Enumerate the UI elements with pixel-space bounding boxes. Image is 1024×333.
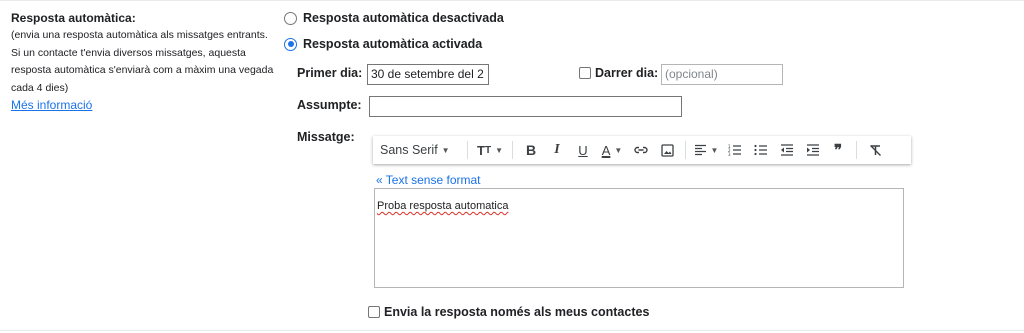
italic-icon[interactable]: I (544, 139, 570, 161)
vacation-description-panel: Resposta automàtica: (envia una resposta… (11, 9, 286, 114)
link-icon[interactable] (628, 139, 654, 161)
toolbar-divider (467, 141, 468, 159)
contacts-only-toggle[interactable]: Envia la resposta només als meus contact… (368, 305, 649, 319)
plain-text-link[interactable]: « Text sense format (376, 173, 481, 187)
contacts-only-label: Envia la resposta només als meus contact… (384, 305, 650, 319)
vacation-on-label: Resposta automàtica activada (303, 37, 483, 51)
indent-more-icon[interactable] (799, 139, 825, 161)
formatting-toolbar: Sans Serif ▼ T T ▼ B I U A ▼ ▼ 123 ❞ (373, 136, 911, 164)
align-icon[interactable]: ▼ (691, 139, 721, 161)
remove-formatting-icon[interactable] (862, 139, 888, 161)
description-line: (envia una resposta automàtica als missa… (11, 29, 268, 41)
last-day-label: Darrer dia: (595, 66, 659, 80)
font-family-select[interactable]: Sans Serif ▼ (380, 139, 462, 161)
bold-icon[interactable]: B (518, 139, 544, 161)
first-day-label: Primer dia: (297, 66, 363, 80)
vacation-on-option[interactable]: Resposta automàtica activada (284, 37, 482, 51)
message-label: Missatge: (297, 130, 355, 144)
description-line: resposta automàtica s'enviarà com a màxi… (11, 64, 274, 76)
last-day-toggle[interactable]: Darrer dia: (579, 66, 658, 80)
svg-text:3: 3 (728, 152, 731, 156)
section-title: Resposta automàtica: (11, 11, 136, 25)
last-day-checkbox[interactable] (579, 67, 591, 79)
underline-icon[interactable]: U (570, 139, 596, 161)
more-info-link[interactable]: Més informació (11, 97, 92, 114)
vacation-off-radio[interactable] (284, 11, 297, 25)
message-body: Proba resposta automatica (377, 200, 509, 212)
toolbar-divider (856, 141, 857, 159)
vacation-on-radio[interactable] (284, 37, 297, 51)
bulleted-list-icon[interactable] (747, 139, 773, 161)
subject-input[interactable] (369, 96, 682, 117)
quote-icon[interactable]: ❞ (825, 139, 851, 161)
vacation-off-option[interactable]: Resposta automàtica desactivada (284, 11, 504, 25)
subject-label: Assumpte: (297, 98, 362, 112)
top-divider (0, 0, 1024, 1)
toolbar-divider (512, 141, 513, 159)
image-icon[interactable] (654, 139, 680, 161)
contacts-only-checkbox[interactable] (368, 306, 380, 318)
description-line: Si un contacte t'envia diversos missatge… (11, 46, 246, 59)
indent-less-icon[interactable] (773, 139, 799, 161)
message-editor[interactable]: Proba resposta automatica (374, 188, 904, 288)
bottom-divider (0, 330, 1024, 331)
description-line: cada 4 dies) (11, 81, 69, 94)
vacation-off-label: Resposta automàtica desactivada (303, 11, 504, 25)
text-color-icon[interactable]: A ▼ (596, 139, 628, 161)
chevron-down-icon: ▼ (441, 145, 450, 155)
text-size-icon[interactable]: T T ▼ (473, 139, 507, 161)
first-day-input[interactable]: 30 de setembre del 2 (367, 64, 489, 85)
last-day-input[interactable]: (opcional) (661, 64, 783, 85)
toolbar-divider (685, 141, 686, 159)
font-family-label: Sans Serif (380, 143, 438, 157)
numbered-list-icon[interactable]: 123 (721, 139, 747, 161)
